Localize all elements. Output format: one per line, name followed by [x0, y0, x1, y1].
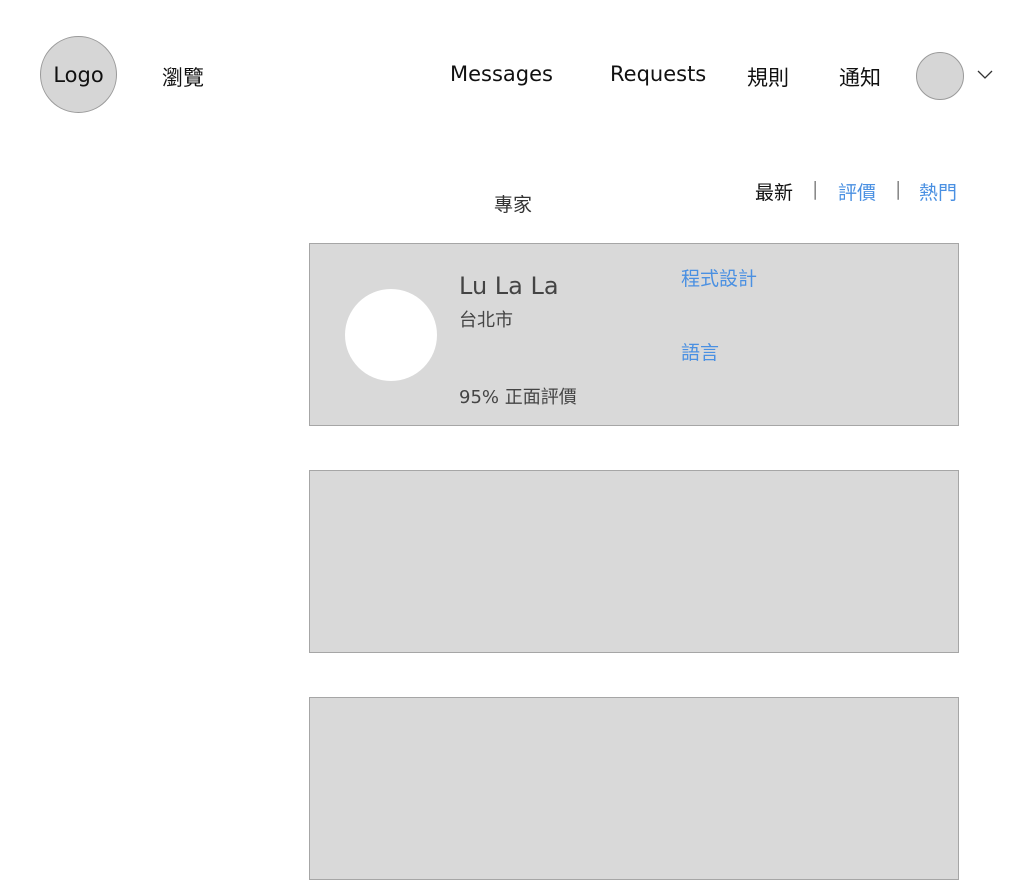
sort-latest[interactable]: 最新: [755, 178, 793, 205]
sort-popular[interactable]: 熱門: [919, 178, 957, 205]
section-title: 專家: [494, 194, 533, 216]
user-avatar[interactable]: [916, 52, 964, 100]
nav-notifications[interactable]: 通知: [839, 62, 881, 92]
nav-rules[interactable]: 規則: [747, 62, 789, 92]
nav-requests[interactable]: Requests: [610, 62, 706, 86]
expert-city: 台北市: [459, 310, 513, 331]
sort-separator: |: [895, 178, 902, 200]
expert-skill-tag[interactable]: 語言: [681, 338, 719, 365]
sort-rating[interactable]: 評價: [838, 178, 876, 205]
expert-rating: 95% 正面評價: [459, 387, 577, 408]
expert-card-placeholder[interactable]: [309, 470, 959, 653]
expert-name: Lu La La: [459, 272, 559, 300]
logo[interactable]: Logo: [40, 36, 117, 113]
nav-browse[interactable]: 瀏覽: [162, 62, 204, 92]
expert-avatar: [345, 289, 437, 381]
nav-messages[interactable]: Messages: [450, 62, 553, 86]
chevron-down-icon[interactable]: [977, 68, 993, 80]
sort-separator: |: [812, 178, 819, 200]
expert-skill-tag[interactable]: 程式設計: [681, 264, 757, 291]
expert-card-placeholder[interactable]: [309, 697, 959, 880]
expert-card[interactable]: Lu La La 台北市 95% 正面評價 程式設計 語言: [309, 243, 959, 426]
